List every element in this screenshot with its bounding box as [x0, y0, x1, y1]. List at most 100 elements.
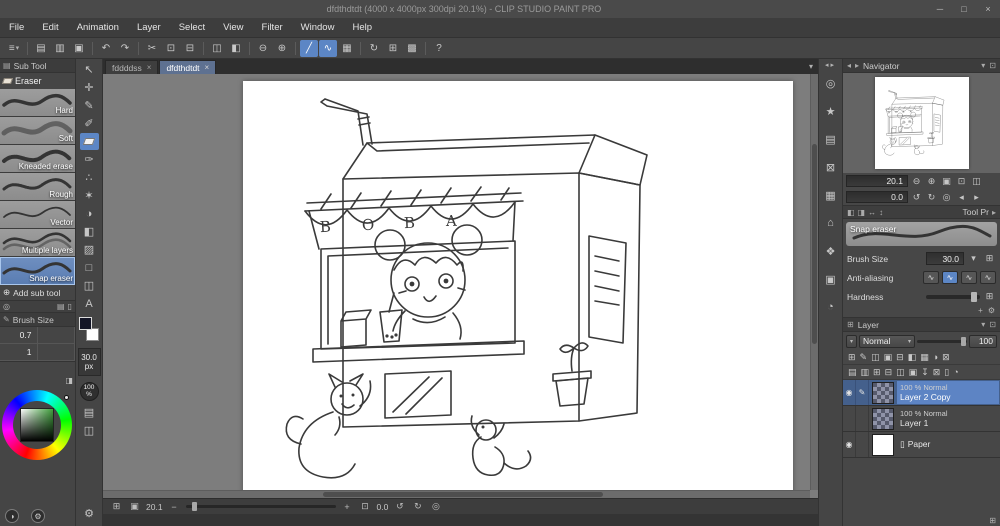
panel-menu-icon[interactable]: ▾ [981, 61, 985, 70]
main-menu-button[interactable]: ≡ ▾ [5, 40, 23, 57]
eye-icon[interactable]: ◉ [843, 432, 856, 457]
layer-tool-icon[interactable]: ▦ [920, 352, 929, 363]
layer-thumbnail[interactable] [872, 407, 894, 430]
layer-row-layer2-copy[interactable]: ◉ ✎ 100 % Normal Layer 2 Copy [843, 380, 1000, 406]
brush-size-preset[interactable]: 0.7 [0, 327, 38, 344]
menu-select[interactable]: Select [170, 18, 214, 37]
layer-tool-icon[interactable]: ⊟ [896, 352, 904, 363]
minimize-button[interactable]: ─ [928, 0, 952, 18]
navigator-rotation-value[interactable]: 0.0 [846, 191, 908, 203]
redo-icon[interactable]: ↷ [116, 40, 134, 57]
nav-zoom-in-icon[interactable]: ⊕ [925, 175, 938, 188]
copy-icon[interactable]: ⊡ [162, 40, 180, 57]
new-file-icon[interactable]: ▤ [32, 40, 50, 57]
new-layer-icon[interactable]: ▤ [848, 367, 857, 378]
zoom-out-icon[interactable]: ⊖ [254, 40, 272, 57]
folder-icon[interactable]: ▤ [57, 302, 65, 311]
navigator-thumbnail[interactable] [874, 77, 969, 169]
brush-size-caret-icon[interactable]: ▾ [967, 252, 980, 265]
layer-palette-combo[interactable]: ▾ [846, 334, 858, 348]
zoom-in-icon[interactable]: ⊕ [273, 40, 291, 57]
opacity-indicator[interactable]: 100 % [79, 382, 99, 401]
layer-row-paper[interactable]: ◉ ▯ Paper [843, 432, 1000, 458]
layer-tool-icon[interactable]: ◫ [871, 352, 880, 363]
panel-dock-icon[interactable]: ⊡ [989, 320, 996, 329]
rotate-left-icon[interactable]: ↺ [393, 501, 406, 512]
quick-access-icon[interactable]: ◎ [822, 74, 840, 92]
color-wheel-toggle-icon[interactable]: ◨ [65, 376, 73, 385]
close-panel-icon[interactable]: ⊠ [822, 158, 840, 176]
eraser-tool-icon[interactable] [79, 133, 99, 150]
menu-window[interactable]: Window [292, 18, 344, 37]
navigator-title[interactable]: Navigator [863, 61, 899, 71]
paste-icon[interactable]: ⊟ [181, 40, 199, 57]
saturation-value-square[interactable] [20, 408, 54, 442]
hardness-slider-thumb[interactable] [971, 291, 977, 302]
decoration-panel-icon[interactable]: ❖ [822, 242, 840, 260]
delete-layer-icon[interactable]: ▯ [944, 367, 949, 378]
home-panel-icon[interactable]: ⌂ [822, 214, 840, 232]
fill-tool-icon[interactable]: ◧ [80, 223, 99, 240]
nav-actual-size-icon[interactable]: ⊡ [955, 175, 968, 188]
edit-pen-empty[interactable] [856, 406, 869, 431]
new-folder-icon[interactable]: ⊞ [873, 367, 881, 378]
nav-rotate-left-icon[interactable]: ↺ [910, 191, 923, 204]
tool-property-tab[interactable]: Tool Pr [963, 207, 989, 217]
nav-reset-rotation-icon[interactable]: ◎ [940, 191, 953, 204]
nav-step-left-icon[interactable]: ◂ [955, 191, 968, 204]
maximize-button[interactable]: □ [952, 0, 976, 18]
menu-filter[interactable]: Filter [253, 18, 292, 37]
layer-tool-icon[interactable]: ✎ [860, 352, 868, 363]
brush-size-preset-empty[interactable] [37, 344, 75, 361]
layer-opacity-slider[interactable] [917, 336, 967, 346]
close-icon[interactable]: × [205, 63, 210, 72]
pattern-panel-icon[interactable]: ▦ [822, 186, 840, 204]
fit-screen-icon[interactable]: ⊞ [110, 501, 123, 512]
arrow-vertical-icon[interactable]: ↕ [879, 208, 883, 217]
vertical-scrollbar[interactable] [810, 74, 818, 490]
blend-mode-select[interactable]: Normal ▾ [859, 334, 916, 348]
new-vector-layer-icon[interactable]: ▥ [861, 367, 870, 378]
text-tool-icon[interactable]: A [80, 295, 99, 312]
brush-size-preset[interactable]: 1 [0, 344, 38, 361]
chevron-left-icon[interactable]: ◂ [847, 61, 851, 70]
anti-aliasing-weak-button[interactable]: ∿ [942, 271, 958, 284]
brush-size-input[interactable]: 30.0 [926, 252, 964, 265]
open-file-icon[interactable]: ▥ [51, 40, 69, 57]
hardness-options-icon[interactable]: ⊞ [983, 290, 996, 303]
document-tab[interactable]: fddddss × [105, 60, 159, 74]
transfer-down-icon[interactable]: ↧ [921, 367, 929, 378]
document-tab-active[interactable]: dfdthdtdt × [159, 60, 217, 74]
airbrush-tool-icon[interactable]: ∴ [80, 169, 99, 186]
flip-horizontal-icon[interactable]: ◧ [847, 208, 855, 217]
undo-icon[interactable]: ↶ [97, 40, 115, 57]
edit-pen-empty[interactable] [856, 432, 869, 457]
reset-view-icon[interactable]: ⊡ [359, 501, 372, 512]
navigator-zoom-value[interactable]: 20.1 [846, 175, 908, 187]
figure-tool-icon[interactable]: □ [80, 259, 99, 276]
apply-mask-icon[interactable]: ▣ [909, 367, 918, 378]
menu-layer[interactable]: Layer [128, 18, 170, 37]
anti-aliasing-strong-button[interactable]: ∿ [980, 271, 996, 284]
material-library-icon[interactable]: ▤ [822, 130, 840, 148]
material-star-icon[interactable]: ★ [822, 102, 840, 120]
blend-t ool-icon[interactable]: ◑ [80, 205, 99, 222]
move-tool-icon[interactable]: ✛ [80, 79, 99, 96]
nav-zoom-out-icon[interactable]: ⊖ [910, 175, 923, 188]
layer-mask-icon[interactable]: ◫ [896, 367, 905, 378]
anti-aliasing-medium-button[interactable]: ∿ [961, 271, 977, 284]
zoom-slider-thumb[interactable] [191, 502, 197, 511]
eye-icon-empty[interactable] [843, 406, 856, 431]
canvas[interactable] [243, 81, 793, 497]
subtool-item-snap-eraser[interactable]: Snap eraser [0, 257, 75, 285]
fill-icon[interactable]: ◧ [227, 40, 245, 57]
subtool-item-multiple-layers[interactable]: Multiple layers [0, 229, 75, 257]
layer-opacity-thumb[interactable] [961, 336, 966, 346]
menu-edit[interactable]: Edit [33, 18, 67, 37]
subtool-item-soft[interactable]: Soft [0, 117, 75, 145]
zoom-minus-icon[interactable]: − [168, 502, 181, 512]
clear-layer-icon[interactable]: ⊠ [933, 367, 941, 378]
brush-tool-icon[interactable]: ✑ [80, 151, 99, 168]
merge-down-icon[interactable]: ⊟ [885, 367, 893, 378]
horizontal-scrollbar[interactable] [103, 490, 810, 498]
